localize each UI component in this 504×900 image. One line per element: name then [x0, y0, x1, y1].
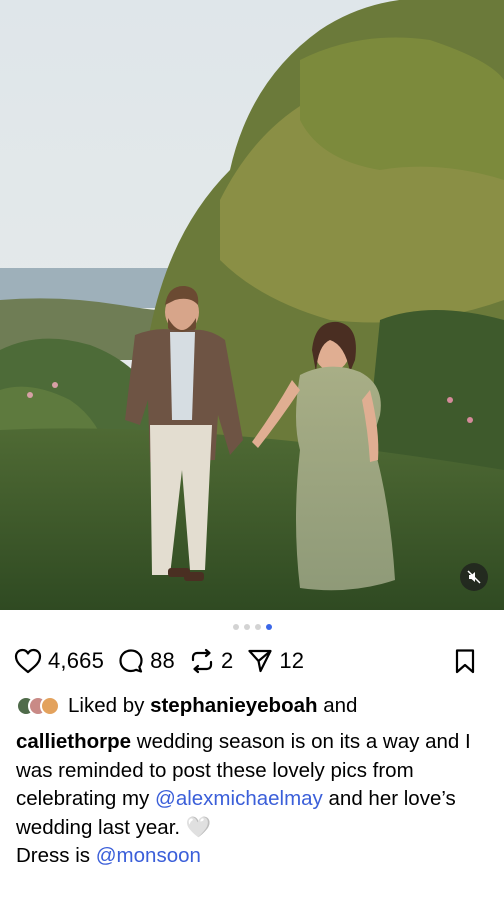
- liked-by-suffix: and: [323, 694, 358, 717]
- carousel-dot: [243, 624, 250, 630]
- heart-icon: [14, 648, 42, 674]
- comment-count: 88: [150, 648, 175, 673]
- liker-avatars: [16, 696, 60, 716]
- post-photo[interactable]: [0, 0, 504, 610]
- speaker-muted-icon: [467, 570, 481, 584]
- carousel-dot: [254, 624, 261, 630]
- photo-illustration: [0, 0, 504, 610]
- liked-by-prefix: Liked by: [68, 694, 145, 717]
- post-caption: calliethorpe wedding season is on its a …: [16, 728, 490, 871]
- liked-by-row[interactable]: Liked by stephanieyeboah and: [16, 694, 490, 718]
- share-button[interactable]: 12: [247, 648, 304, 674]
- bookmark-icon: [455, 649, 475, 674]
- carousel-indicator: [0, 624, 504, 630]
- caption-mention[interactable]: @monsoon: [96, 844, 201, 867]
- caption-text: Dress is: [16, 844, 91, 867]
- carousel-dot: [232, 624, 239, 630]
- liked-by-user[interactable]: stephanieyeboah: [150, 694, 317, 718]
- like-count: 4,665: [48, 648, 105, 673]
- caption-mention[interactable]: @alexmichaelmay: [155, 787, 323, 810]
- post-actions: 4,665 88 2 12: [14, 644, 490, 678]
- repost-button[interactable]: 2: [189, 648, 233, 674]
- caption-username[interactable]: calliethorpe: [16, 730, 131, 753]
- mute-button[interactable]: [460, 563, 488, 591]
- like-button[interactable]: 4,665: [14, 648, 104, 674]
- repost-icon: [191, 648, 213, 674]
- share-count: 12: [279, 648, 305, 673]
- save-button[interactable]: [454, 648, 476, 674]
- comment-bubble-icon: [119, 649, 143, 673]
- avatar: [40, 696, 60, 716]
- comment-button[interactable]: 88: [118, 648, 175, 674]
- carousel-dot-active: [265, 624, 272, 630]
- repost-count: 2: [220, 648, 234, 673]
- send-paper-plane-icon: [248, 649, 272, 673]
